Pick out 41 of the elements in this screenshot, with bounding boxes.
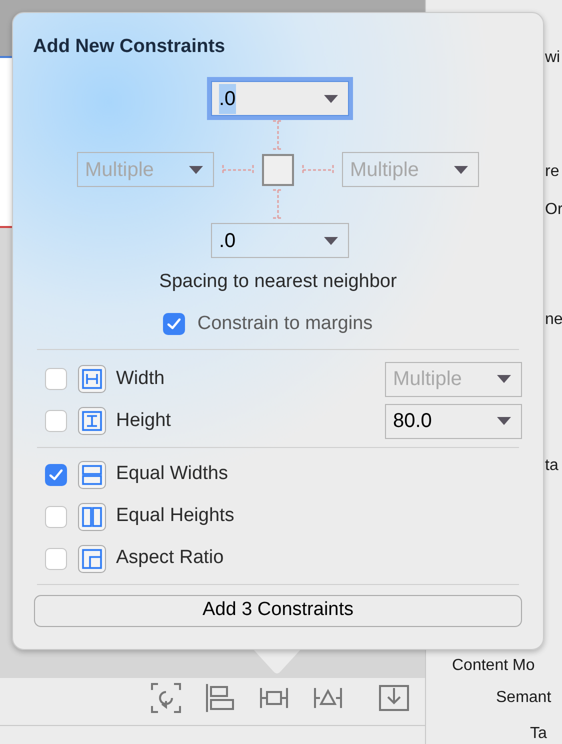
dropdown[interactable]: 80.0 (385, 404, 522, 438)
add-constraints-button[interactable]: Add 3 Constraints (34, 594, 522, 626)
update-frames-icon[interactable] (150, 682, 182, 714)
caret-icon (324, 236, 338, 244)
caret-icon (324, 94, 338, 102)
dropdown[interactable]: .0 (211, 223, 349, 258)
checkbox-label: Equal Widths (116, 462, 228, 486)
view-square-icon (262, 154, 294, 186)
caption-text: Spacing to nearest neighbor (158, 270, 398, 294)
checkbox-label: Constrain to margins (197, 312, 373, 336)
checkbox[interactable] (45, 368, 67, 390)
caret-icon (454, 166, 468, 174)
embed-icon[interactable] (378, 682, 410, 714)
inspector-label: ta (545, 456, 558, 476)
checkbox[interactable] (45, 548, 67, 570)
equal-widths-icon (78, 460, 106, 488)
inspector-label: re (545, 162, 560, 182)
checkbox-label: Equal Heights (116, 504, 234, 528)
inspector-label: ne (545, 310, 562, 330)
inspector-label: Ta (530, 724, 547, 744)
align-icon[interactable] (204, 682, 236, 714)
checkmark-icon (49, 468, 63, 480)
aspect-ratio-icon (78, 544, 106, 572)
caret-icon (497, 375, 511, 383)
inspector-label: wi (545, 48, 560, 68)
equal-heights-icon (78, 502, 106, 530)
checkmark-icon (167, 318, 182, 330)
height-constraint-icon (78, 407, 106, 435)
checkbox[interactable] (45, 410, 67, 432)
checkbox-label: Height (116, 408, 172, 433)
width-constraint-icon (78, 365, 106, 393)
popover-title: Add New Constraints (33, 35, 226, 59)
checkbox-label: Width (116, 366, 166, 391)
checkbox-label: Aspect Ratio (116, 546, 224, 570)
inspector-label: Semant (496, 688, 552, 708)
checkbox[interactable] (45, 506, 67, 528)
caret-icon (497, 417, 511, 425)
checkbox[interactable] (45, 464, 67, 486)
checkbox[interactable] (163, 313, 186, 336)
inspector-label: Content Mo (452, 656, 535, 676)
caret-icon (189, 166, 203, 174)
